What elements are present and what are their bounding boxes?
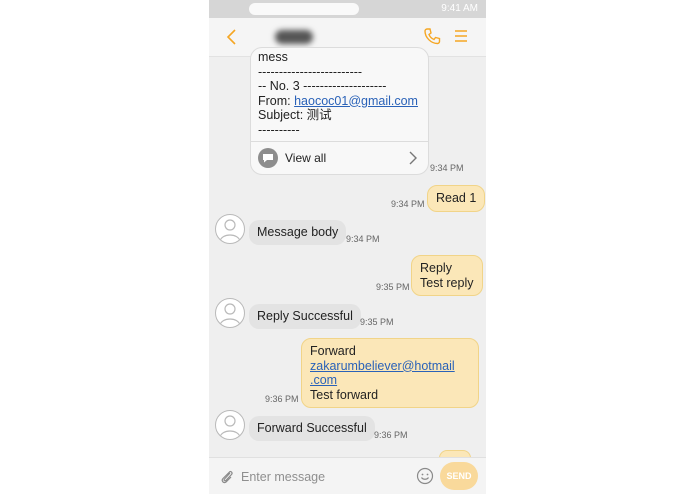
chevron-left-icon[interactable] (225, 28, 239, 46)
avatar[interactable] (215, 298, 245, 328)
message-input[interactable] (239, 465, 413, 489)
menu-icon[interactable] (453, 28, 469, 44)
conversation-list[interactable]: mess ------------------------- -- No. 3 … (209, 47, 486, 466)
received-message-bubble[interactable]: Reply Successful (249, 304, 361, 329)
send-button[interactable]: SEND (440, 462, 478, 490)
phone-icon[interactable] (423, 27, 441, 45)
message-timestamp: 9:35 PM (360, 317, 394, 327)
view-all-button[interactable]: View all (251, 141, 428, 174)
message-timestamp: 9:36 PM (374, 430, 408, 440)
status-bar: 9:41 AM (209, 0, 486, 18)
emoji-icon[interactable] (416, 467, 434, 485)
sent-message-bubble[interactable]: Reply Test reply (411, 255, 483, 296)
sent-message-bubble[interactable]: Read 1 (427, 185, 486, 212)
card-timestamp: 9:34 PM (430, 163, 464, 173)
chat-bubble-icon (258, 148, 278, 168)
email-link[interactable]: zakarumbeliever@hotmail (310, 359, 470, 374)
card-subject-line: Subject: 测试 (258, 108, 332, 122)
status-time: 9:41 AM (441, 3, 478, 14)
received-message-bubble[interactable]: Forward Successful (249, 416, 375, 441)
from-email-link[interactable]: haococ01@gmail.com (294, 94, 418, 108)
contact-name-redacted[interactable] (275, 30, 313, 44)
card-separator: ------------------------- (258, 64, 363, 79)
email-preview-card[interactable]: mess ------------------------- -- No. 3 … (250, 47, 429, 175)
message-line: Forward (310, 344, 356, 358)
message-line: Reply (420, 261, 452, 275)
sent-message-bubble[interactable]: Forward zakarumbeliever@hotmail .com Tes… (301, 338, 479, 408)
message-timestamp: 9:36 PM (265, 394, 299, 404)
paperclip-icon[interactable] (219, 468, 235, 486)
card-short-separator: ---------- (258, 122, 300, 137)
from-label: From: (258, 93, 295, 108)
card-partial-line: mess (258, 50, 288, 64)
view-all-label: View all (285, 151, 327, 165)
phone-screen: 9:41 AM mess ------------------------- -… (209, 0, 486, 494)
message-timestamp: 9:34 PM (391, 199, 425, 209)
email-link-continued[interactable]: .com (310, 373, 470, 388)
card-from-line: From: haococ01@gmail.com (258, 94, 418, 109)
message-timestamp: 9:34 PM (346, 234, 380, 244)
chevron-right-icon (409, 151, 417, 165)
message-line: Test forward (310, 387, 379, 402)
message-line: Test reply (420, 275, 474, 290)
message-timestamp: 9:35 PM (376, 282, 410, 292)
avatar[interactable] (215, 410, 245, 440)
message-composer: SEND (209, 457, 486, 494)
avatar[interactable] (215, 214, 245, 244)
status-blur (249, 3, 359, 15)
email-preview-lines: mess ------------------------- -- No. 3 … (258, 50, 418, 137)
card-number-line: -- No. 3 -------------------- (258, 79, 387, 93)
received-message-bubble[interactable]: Message body (249, 220, 347, 245)
